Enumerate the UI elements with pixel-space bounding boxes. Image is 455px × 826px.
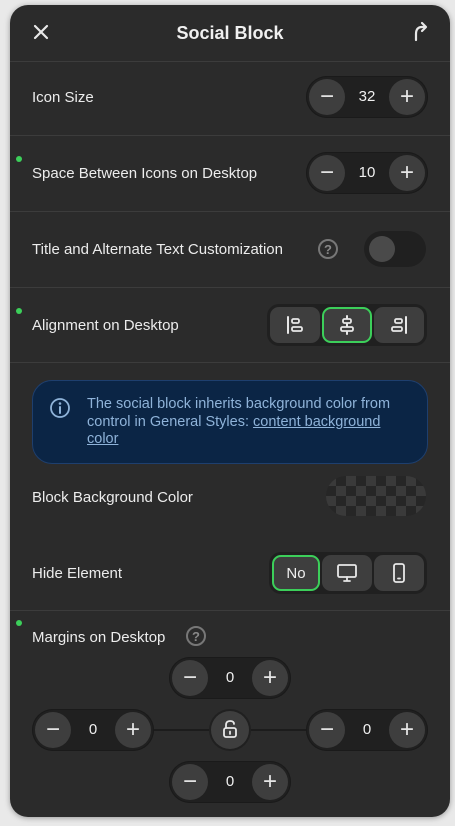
margins-help-icon[interactable]: ? [186,626,206,646]
alignment-label: Alignment on Desktop [32,317,179,334]
collapse-arrow-icon[interactable] [410,20,432,44]
margin-right-increment-button[interactable]: + [389,712,425,748]
margin-left-stepper: − 0 + [32,709,154,751]
margin-lock-button[interactable] [211,711,249,749]
info-icon [50,398,70,418]
align-right-button[interactable] [374,307,424,343]
unlock-icon [223,720,237,738]
icon-size-row: Icon Size − 32 + [10,61,450,136]
icon-size-label: Icon Size [32,89,94,106]
space-between-row: Space Between Icons on Desktop − 10 + [10,136,450,212]
mobile-icon [393,563,405,583]
align-center-icon [340,315,354,335]
space-between-stepper: − 10 + [306,152,428,194]
hide-element-row: Hide Element No [10,535,450,611]
title-alt-row: Title and Alternate Text Customization ? [10,212,450,288]
icon-size-decrement-button[interactable]: − [309,79,345,115]
margin-bottom-stepper: − 0 + [169,761,291,803]
margin-top-value[interactable]: 0 [209,657,251,699]
hide-mobile-button[interactable] [374,555,424,591]
hide-element-label: Hide Element [32,565,123,582]
margin-bottom-value[interactable]: 0 [209,761,251,803]
margin-right-decrement-button[interactable]: − [309,712,345,748]
margins-label: Margins on Desktop [32,629,166,646]
title-alt-toggle[interactable] [364,231,426,267]
margin-bottom-decrement-button[interactable]: − [172,764,208,800]
panel-title: Social Block [176,23,284,43]
margin-top-decrement-button[interactable]: − [172,660,208,696]
align-left-icon [287,316,303,334]
margin-right-stepper: − 0 + [306,709,428,751]
alignment-segmented-control [267,304,427,346]
icon-size-value[interactable]: 32 [346,76,388,118]
social-block-panel: Social Block Icon Size − 32 + Space Betw… [10,5,450,817]
align-left-button[interactable] [270,307,320,343]
space-between-value[interactable]: 10 [346,152,388,194]
margin-left-value[interactable]: 0 [72,709,114,751]
align-center-button[interactable] [322,307,372,343]
space-between-increment-button[interactable]: + [389,155,425,191]
alignment-row: Alignment on Desktop [10,288,450,363]
margin-left-increment-button[interactable]: + [115,712,151,748]
margin-left-decrement-button[interactable]: − [35,712,71,748]
toggle-knob [369,236,395,262]
margin-right-value[interactable]: 0 [346,709,388,751]
hide-desktop-button[interactable] [322,555,372,591]
space-between-decrement-button[interactable]: − [309,155,345,191]
hide-none-button[interactable]: No [272,555,320,591]
block-background-color-swatch[interactable] [326,476,426,516]
margin-top-increment-button[interactable]: + [252,660,288,696]
title-alt-help-icon[interactable]: ? [318,239,338,259]
hide-element-segmented-control: No [269,552,427,594]
modified-indicator-dot [16,308,22,314]
margin-top-stepper: − 0 + [169,657,291,699]
title-alt-label: Title and Alternate Text Customization [32,241,283,258]
info-text: The social block inherits background col… [87,396,407,449]
panel-header: Social Block [10,5,450,62]
modified-indicator-dot [16,156,22,162]
block-background-label: Block Background Color [32,489,193,506]
info-notice: The social block inherits background col… [32,380,428,464]
align-right-icon [391,316,407,334]
margin-bottom-increment-button[interactable]: + [252,764,288,800]
icon-size-stepper: − 32 + [306,76,428,118]
space-between-label: Space Between Icons on Desktop [32,165,258,182]
icon-size-increment-button[interactable]: + [389,79,425,115]
desktop-icon [337,564,357,582]
modified-indicator-dot [16,620,22,626]
